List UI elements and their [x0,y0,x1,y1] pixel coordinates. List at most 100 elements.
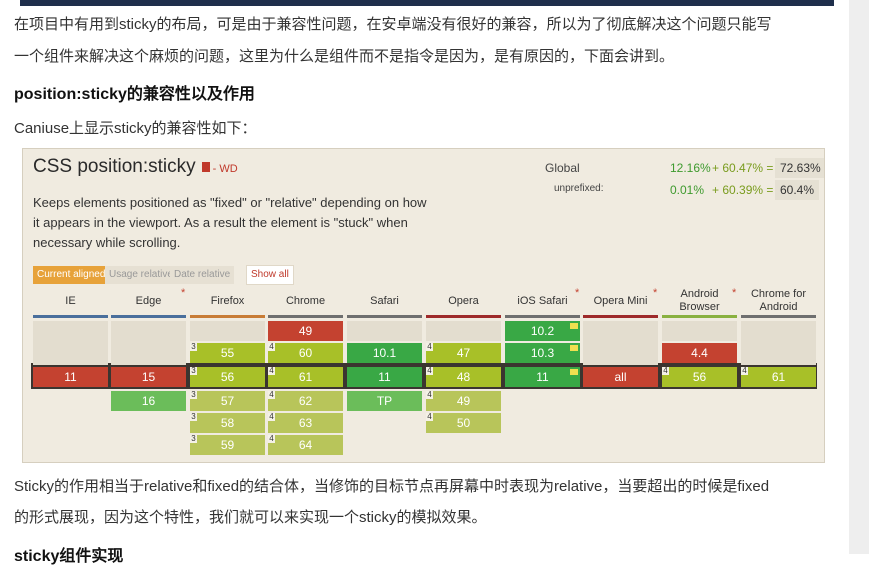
version-cell-chrome-64[interactable]: 4 64 [268,435,343,455]
version-cell-android-current[interactable]: 4 56 [662,367,737,387]
version-label: 61 [298,370,313,384]
caniuse-caption: Caniuse上显示sticky的兼容性如下： [14,120,257,137]
note-marker: 3 [190,390,197,399]
sticky-explain-line-1: Sticky的作用相当于relative和fixed的结合体，当修饰的目标节点再… [14,478,770,495]
sticky-explain-line-2: 的形式展现，因为这个特性，我们就可以来实现一个sticky的模拟效果。 [14,509,487,526]
browser-name-opera-mini: Opera Mini [593,295,648,307]
global-full-pct: 12.16% [670,161,711,175]
empty-cell [426,321,501,341]
empty-cell [583,321,658,365]
unprefixed-label: unprefixed: [554,183,604,194]
browser-bar-chrome-android [741,315,816,318]
browser-bar-edge [111,315,186,318]
version-cell-chrome-current[interactable]: 4 61 [268,367,343,387]
version-cell-chrome-62[interactable]: 4 62 [268,391,343,411]
feature-title: CSS position:sticky - WD [33,156,238,178]
version-label: 59 [220,438,235,452]
version-cell-ios-10-3[interactable]: 10.3 [505,343,580,363]
version-cell-chrome-49[interactable]: 49 [268,321,343,341]
note-marker: 4 [426,342,433,351]
version-cell-opera-mini-current[interactable]: all [583,367,658,387]
version-cell-chrome-android-current[interactable]: 4 61 [741,367,816,387]
browser-name-ios-safari: iOS Safari [517,295,568,307]
empty-cell [111,321,186,365]
section-heading-component: sticky组件实现 [14,548,124,565]
version-cell-ios-current[interactable]: 11 [505,367,580,387]
note-marker: 4 [741,366,748,375]
global-total: 72.63% [775,158,824,178]
browser-name-chrome: Chrome [285,295,326,307]
spec-status[interactable]: - WD [213,163,238,175]
version-label: 50 [456,416,471,430]
show-all-button[interactable]: Show all [246,265,294,285]
note-marker: 4 [426,390,433,399]
version-cell-chrome-63[interactable]: 4 63 [268,413,343,433]
version-label: 60 [298,346,313,360]
browser-name-chrome-android: Chrome for Android [750,288,807,313]
version-cell-opera-current[interactable]: 4 48 [426,367,501,387]
empty-cell [662,321,737,341]
document-icon [201,162,210,172]
browser-name-firefox: Firefox [210,295,245,307]
empty-cell [347,321,422,341]
tab-usage-relative[interactable]: Usage relative [105,266,177,284]
version-cell-firefox-57[interactable]: 3 57 [190,391,265,411]
version-cell-opera-49[interactable]: 4 49 [426,391,501,411]
empty-cell [190,321,265,341]
tab-date-relative[interactable]: Date relative [170,266,235,284]
version-cell-edge-current[interactable]: 15 [111,367,186,387]
version-cell-opera-47[interactable]: 4 47 [426,343,501,363]
version-cell-edge-future[interactable]: 16 [111,391,186,411]
version-cell-opera-50[interactable]: 4 50 [426,413,501,433]
version-label: 62 [298,394,313,408]
feature-title-text: CSS position:sticky [33,156,196,177]
note-marker: 4 [268,412,275,421]
tab-current-aligned[interactable]: Current aligned [33,266,110,284]
top-header-bar [20,0,834,6]
version-label: 47 [456,346,471,360]
browser-bar-android [662,315,737,318]
notes-star-icon: * [575,287,580,299]
browser-bar-firefox [190,315,265,318]
note-marker: 3 [190,412,197,421]
note-marker: 3 [190,434,197,443]
global-partial-pct: + 60.47% = [712,161,774,175]
browser-bar-chrome [268,315,343,318]
flag-icon [570,323,578,329]
browser-bar-safari [347,315,422,318]
version-label: 48 [456,370,471,384]
flag-icon [570,345,578,351]
browser-name-opera: Opera [448,295,479,307]
version-cell-chrome-60[interactable]: 4 60 [268,343,343,363]
page-scrollbar[interactable] [849,0,869,554]
version-label: 56 [692,370,707,384]
version-cell-firefox-55[interactable]: 3 55 [190,343,265,363]
browser-bar-opera-mini [583,315,658,318]
note-marker: 3 [190,366,197,375]
note-marker: 4 [268,390,275,399]
browser-name-android: Android Browser [679,288,720,313]
browser-bar-opera [426,315,501,318]
note-marker: 4 [268,366,275,375]
version-label: 56 [220,370,235,384]
version-cell-firefox-59[interactable]: 3 59 [190,435,265,455]
version-cell-android-4-4[interactable]: 4.4 [662,343,737,363]
version-cell-safari-current[interactable]: 11 [347,367,422,387]
version-cell-ie-current[interactable]: 11 [33,367,108,387]
version-cell-safari-10-1[interactable]: 10.1 [347,343,422,363]
global-label: Global [545,161,580,175]
notes-star-icon: * [732,287,737,299]
version-cell-ios-10-2[interactable]: 10.2 [505,321,580,341]
unprefixed-total: 60.4% [775,180,820,200]
version-cell-firefox-current[interactable]: 3 56 [190,367,265,387]
note-marker: 4 [268,342,275,351]
feature-description: Keeps elements positioned as "fixed" or … [33,195,427,250]
notes-star-icon: * [653,287,658,299]
flag-icon [570,369,578,375]
version-label: 10.2 [530,324,555,338]
version-cell-safari-tp[interactable]: TP [347,391,422,411]
unprefixed-partial-pct: + 60.39% = [712,183,774,197]
version-label: 57 [220,394,235,408]
version-cell-firefox-58[interactable]: 3 58 [190,413,265,433]
version-label: 11 [536,370,549,384]
